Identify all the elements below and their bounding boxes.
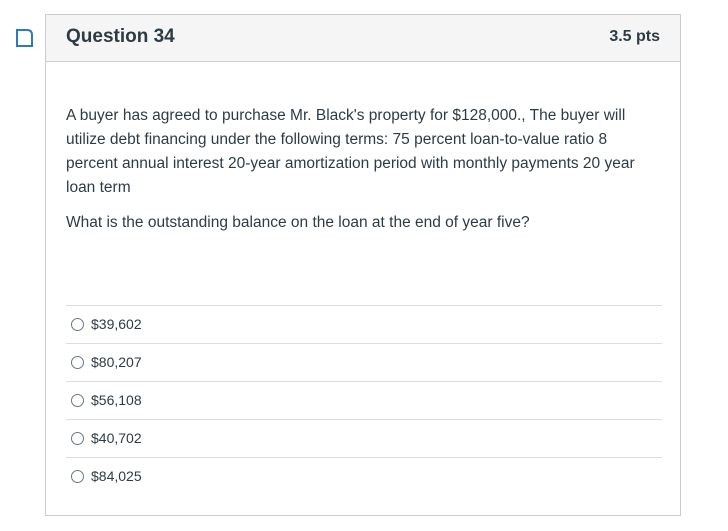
answer-label[interactable]: $39,602 bbox=[91, 316, 142, 332]
answer-label[interactable]: $56,108 bbox=[91, 392, 142, 408]
question-prompt: What is the outstanding balance on the l… bbox=[66, 214, 530, 231]
radio-button[interactable] bbox=[71, 356, 84, 369]
answer-option[interactable]: $40,702 bbox=[66, 419, 662, 457]
answer-label[interactable]: $40,702 bbox=[91, 430, 142, 446]
radio-button[interactable] bbox=[71, 470, 84, 483]
question-header: Question 34 3.5 pts bbox=[46, 15, 680, 62]
question-text: A buyer has agreed to purchase Mr. Black… bbox=[66, 107, 635, 196]
answer-label[interactable]: $84,025 bbox=[91, 468, 142, 484]
answer-list: $39,602 $80,207 $56,108 $40,702 $84,025 bbox=[66, 305, 662, 495]
flag-question-icon[interactable] bbox=[13, 27, 35, 49]
answer-option[interactable]: $84,025 bbox=[66, 457, 662, 495]
question-card: Question 34 3.5 pts A buyer has agreed t… bbox=[45, 14, 681, 516]
question-title: Question 34 bbox=[66, 26, 175, 47]
answer-label[interactable]: $80,207 bbox=[91, 354, 142, 370]
answer-option[interactable]: $39,602 bbox=[66, 305, 662, 343]
radio-button[interactable] bbox=[71, 432, 84, 445]
answer-option[interactable]: $56,108 bbox=[66, 381, 662, 419]
question-points: 3.5 pts bbox=[609, 28, 660, 45]
answer-option[interactable]: $80,207 bbox=[66, 343, 662, 381]
radio-button[interactable] bbox=[71, 394, 84, 407]
radio-button[interactable] bbox=[71, 318, 84, 331]
